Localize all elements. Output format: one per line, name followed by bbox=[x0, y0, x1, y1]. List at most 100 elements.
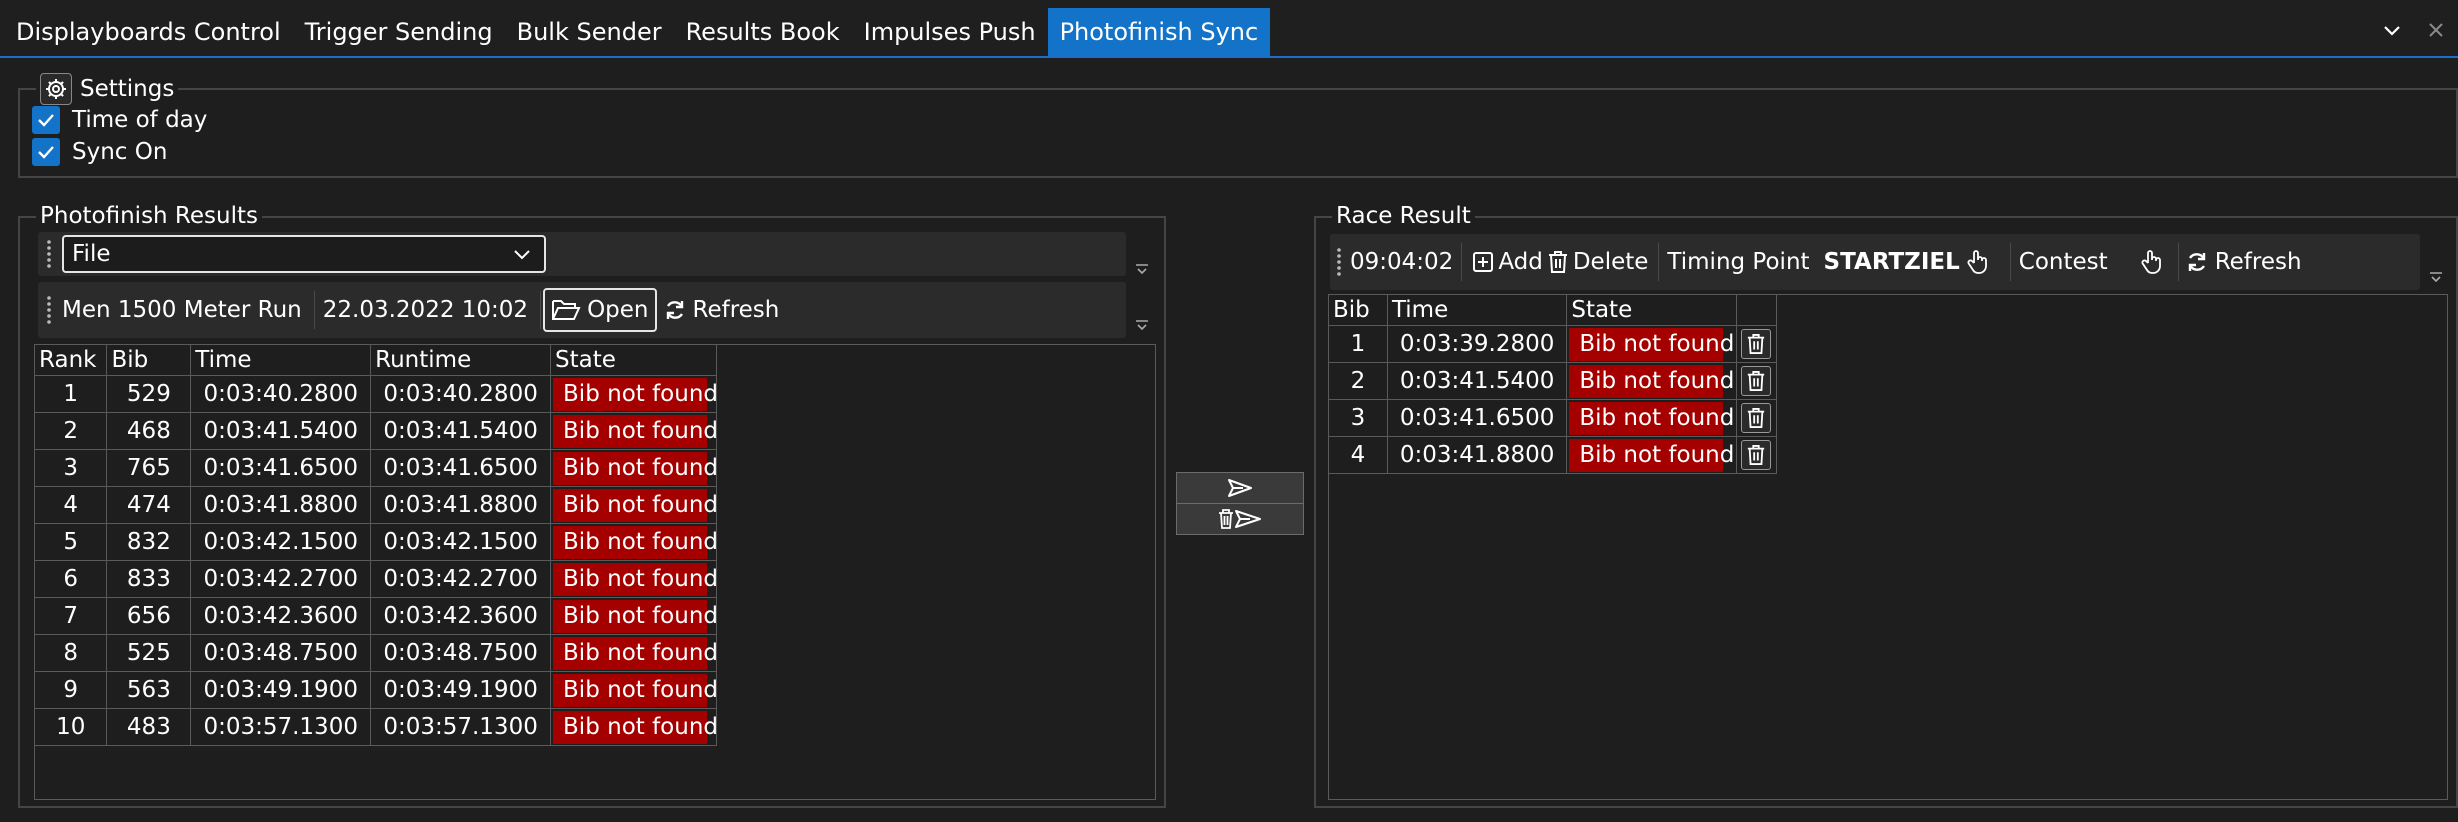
chevron-down-icon bbox=[514, 250, 530, 260]
column-header-time[interactable]: Time bbox=[190, 345, 372, 376]
cell-state: Bib not found bbox=[550, 375, 718, 413]
status-badge: Bib not found bbox=[553, 377, 718, 411]
sync-on-checkbox[interactable] bbox=[32, 138, 60, 166]
open-button-label: Open bbox=[587, 297, 649, 323]
table-row[interactable]: 9 563 0:03:49.1900 0:03:49.1900 Bib not foun… bbox=[35, 671, 718, 709]
contest-label: Contest bbox=[2018, 249, 2108, 275]
table-row[interactable]: 4 0:03:41.8800 Bib not found bbox=[1329, 436, 1778, 474]
clear-and-send-button[interactable] bbox=[1176, 503, 1304, 535]
time-of-day-checkbox[interactable] bbox=[32, 106, 60, 134]
tab-displayboards-control[interactable]: Displayboards Control bbox=[4, 8, 293, 56]
cell-actions bbox=[1736, 399, 1778, 437]
column-header-time[interactable]: Time bbox=[1387, 295, 1568, 326]
table-row[interactable]: 5 832 0:03:42.1500 0:03:42.1500 Bib not foun… bbox=[35, 523, 718, 561]
source-toolbar: File bbox=[38, 232, 1126, 276]
cell-state: Bib not found bbox=[1566, 399, 1737, 437]
grip-handle[interactable] bbox=[44, 236, 54, 272]
settings-group: Settings Time of day Sync On bbox=[18, 72, 2458, 178]
cell-time: 0:03:39.2800 bbox=[1387, 325, 1568, 363]
close-icon[interactable] bbox=[2420, 14, 2452, 46]
cell-runtime: 0:03:41.6500 bbox=[370, 449, 552, 487]
cell-bib: 832 bbox=[106, 523, 192, 561]
cell-runtime: 0:03:42.2700 bbox=[370, 560, 552, 598]
cell-actions bbox=[1736, 325, 1778, 363]
table-row[interactable]: 6 833 0:03:42.2700 0:03:42.2700 Bib not foun… bbox=[35, 560, 718, 598]
grip-handle[interactable] bbox=[44, 292, 54, 328]
column-header-state[interactable]: State bbox=[1566, 295, 1737, 326]
cell-rank: 2 bbox=[35, 412, 108, 450]
sync-on-option: Sync On bbox=[32, 138, 167, 166]
photofinish-table-body: 1 529 0:03:40.2800 0:03:40.2800 Bib not foun… bbox=[35, 375, 718, 746]
cell-rank: 4 bbox=[35, 486, 108, 524]
column-header-runtime[interactable]: Runtime bbox=[370, 345, 552, 376]
column-header-bib[interactable]: Bib bbox=[1329, 295, 1388, 326]
trash-icon[interactable] bbox=[1741, 440, 1772, 470]
cell-runtime: 0:03:48.7500 bbox=[370, 634, 552, 672]
table-row[interactable]: 4 474 0:03:41.8800 0:03:41.8800 Bib not foun… bbox=[35, 486, 718, 524]
add-button[interactable]: Add bbox=[1470, 241, 1545, 283]
open-button[interactable]: Open bbox=[543, 288, 657, 332]
table-row[interactable]: 3 0:03:41.6500 Bib not found bbox=[1329, 399, 1778, 437]
trash-icon[interactable] bbox=[1741, 329, 1772, 359]
trash-icon[interactable] bbox=[1741, 403, 1772, 433]
race-clock: 09:04:02 bbox=[1350, 249, 1454, 275]
chevron-down-icon[interactable] bbox=[2376, 14, 2408, 46]
table-row[interactable]: 1 0:03:39.2800 Bib not found bbox=[1329, 325, 1778, 363]
cell-time: 0:03:41.8800 bbox=[190, 486, 372, 524]
status-badge: Bib not found bbox=[553, 525, 718, 559]
time-of-day-option: Time of day bbox=[32, 106, 207, 134]
table-row[interactable]: 3 765 0:03:41.6500 0:03:41.6500 Bib not foun… bbox=[35, 449, 718, 487]
status-badge: Bib not found bbox=[553, 599, 718, 633]
send-button[interactable] bbox=[1176, 472, 1304, 504]
race-refresh-button[interactable]: Refresh bbox=[2181, 241, 2306, 283]
pick-timing-point-button[interactable] bbox=[1960, 241, 2002, 283]
race-result-grid: Bib Time State 1 0:03:39.2800 Bib not foun… bbox=[1328, 294, 2448, 800]
status-badge: Bib not found bbox=[553, 636, 718, 670]
column-header-bib[interactable]: Bib bbox=[106, 345, 192, 376]
tab-trigger-sending[interactable]: Trigger Sending bbox=[293, 8, 505, 56]
toolbar-overflow-icon[interactable] bbox=[2428, 270, 2444, 284]
tab-results-book[interactable]: Results Book bbox=[674, 8, 852, 56]
refresh-button[interactable]: Refresh bbox=[657, 289, 786, 331]
cell-state: Bib not found bbox=[550, 671, 718, 709]
race-datetime: 22.03.2022 10:02 bbox=[322, 297, 529, 323]
cell-runtime: 0:03:41.8800 bbox=[370, 486, 552, 524]
table-row[interactable]: 2 468 0:03:41.5400 0:03:41.5400 Bib not foun… bbox=[35, 412, 718, 450]
tab-impulses-push[interactable]: Impulses Push bbox=[852, 8, 1048, 56]
table-row[interactable]: 8 525 0:03:48.7500 0:03:48.7500 Bib not foun… bbox=[35, 634, 718, 672]
grip-handle[interactable] bbox=[1334, 244, 1344, 280]
status-badge: Bib not found bbox=[553, 488, 718, 522]
cell-rank: 6 bbox=[35, 560, 108, 598]
cell-time: 0:03:41.5400 bbox=[190, 412, 372, 450]
cell-state: Bib not found bbox=[550, 708, 718, 746]
tab-bulk-sender[interactable]: Bulk Sender bbox=[505, 8, 674, 56]
table-row[interactable]: 7 656 0:03:42.3600 0:03:42.3600 Bib not foun… bbox=[35, 597, 718, 635]
delete-button[interactable]: Delete bbox=[1545, 241, 1651, 283]
status-badge: Bib not found bbox=[1569, 327, 1734, 361]
status-badge: Bib not found bbox=[553, 414, 718, 448]
column-header-state[interactable]: State bbox=[550, 345, 717, 376]
source-select-value: File bbox=[72, 241, 111, 267]
race-toolbar: Men 1500 Meter Run 22.03.2022 10:02 Open… bbox=[38, 282, 1126, 338]
source-select[interactable]: File bbox=[62, 235, 546, 273]
table-row[interactable]: 1 529 0:03:40.2800 0:03:40.2800 Bib not foun… bbox=[35, 375, 718, 413]
table-row[interactable]: 2 0:03:41.5400 Bib not found bbox=[1329, 362, 1778, 400]
photofinish-results-group: Photofinish Results File Men 1500 Meter … bbox=[18, 199, 1166, 808]
tab-photofinish-sync[interactable]: Photofinish Sync bbox=[1047, 8, 1271, 56]
pick-contest-button[interactable] bbox=[2134, 241, 2176, 283]
toolbar-overflow-icon[interactable] bbox=[1134, 262, 1150, 276]
gear-icon[interactable] bbox=[40, 73, 72, 105]
cell-runtime: 0:03:42.3600 bbox=[370, 597, 552, 635]
status-badge: Bib not found bbox=[553, 673, 718, 707]
table-row[interactable]: 10 483 0:03:57.1300 0:03:57.1300 Bib not fou… bbox=[35, 708, 718, 746]
cell-state: Bib not found bbox=[550, 560, 718, 598]
trash-icon[interactable] bbox=[1741, 366, 1772, 396]
folder-open-icon bbox=[552, 300, 581, 320]
settings-header: Settings bbox=[36, 72, 179, 106]
column-header-rank[interactable]: Rank bbox=[35, 345, 108, 376]
table-header-row: Rank Bib Time Runtime State bbox=[35, 345, 717, 376]
toolbar-overflow-icon[interactable] bbox=[1134, 318, 1150, 332]
cell-bib: 2 bbox=[1329, 362, 1388, 400]
race-result-table-body: 1 0:03:39.2800 Bib not found 2 0:03:41.5400 B… bbox=[1329, 325, 1778, 474]
status-badge: Bib not found bbox=[1569, 438, 1734, 472]
